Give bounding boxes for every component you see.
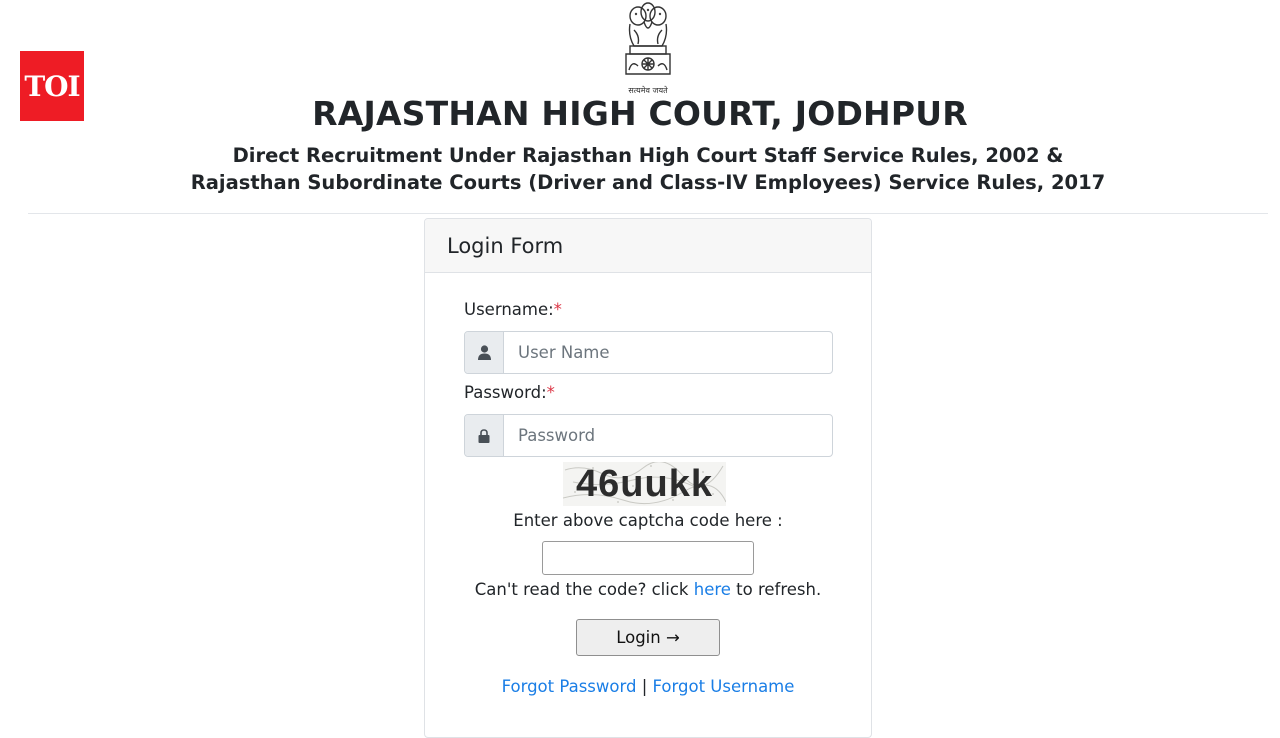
page-subtitle-line-2: Rajasthan Subordinate Courts (Driver and… bbox=[190, 171, 1106, 194]
user-icon-graphic bbox=[477, 345, 491, 360]
password-required-mark: * bbox=[546, 383, 555, 402]
password-input[interactable] bbox=[504, 415, 832, 456]
refresh-suffix: to refresh. bbox=[730, 580, 822, 599]
captcha-refresh-link[interactable]: here bbox=[694, 580, 731, 599]
captcha-instruction: Enter above captcha code here : bbox=[513, 511, 783, 530]
page-subtitle-line-1: Direct Recruitment Under Rajasthan High … bbox=[232, 144, 1064, 167]
username-label-text: Username: bbox=[464, 300, 554, 319]
username-required-mark: * bbox=[553, 300, 562, 319]
lock-icon bbox=[465, 415, 504, 456]
forgot-username-link[interactable]: Forgot Username bbox=[653, 677, 795, 696]
password-label: Password:* bbox=[464, 383, 555, 402]
forgot-links: Forgot Password | Forgot Username bbox=[425, 677, 871, 696]
login-card-header: Login Form bbox=[425, 219, 871, 273]
user-icon bbox=[465, 332, 504, 373]
captcha-refresh-text: Can't read the code? click here to refre… bbox=[425, 580, 871, 599]
captcha-code: 46uukk bbox=[576, 462, 713, 505]
captcha-input[interactable] bbox=[542, 541, 754, 575]
page-title: RAJASTHAN HIGH COURT, JODHPUR bbox=[312, 94, 968, 133]
lock-icon-graphic bbox=[478, 428, 490, 443]
links-separator: | bbox=[641, 677, 648, 696]
username-input[interactable] bbox=[504, 332, 832, 373]
login-form-title: Login Form bbox=[447, 233, 564, 258]
password-label-text: Password: bbox=[464, 383, 547, 402]
captcha-image: 46uukk bbox=[563, 462, 726, 506]
login-button[interactable]: Login → bbox=[576, 619, 720, 656]
forgot-password-link[interactable]: Forgot Password bbox=[502, 677, 637, 696]
ashoka-emblem-icon: सत्यमेव जयते bbox=[616, 0, 680, 96]
refresh-prefix: Can't read the code? click bbox=[474, 580, 694, 599]
emblem-graphic bbox=[625, 2, 671, 75]
username-label: Username:* bbox=[464, 300, 562, 319]
password-input-group bbox=[464, 414, 833, 457]
login-card: Login Form Username:* Password:* bbox=[424, 218, 872, 738]
header-divider bbox=[28, 213, 1268, 214]
username-input-group bbox=[464, 331, 833, 374]
